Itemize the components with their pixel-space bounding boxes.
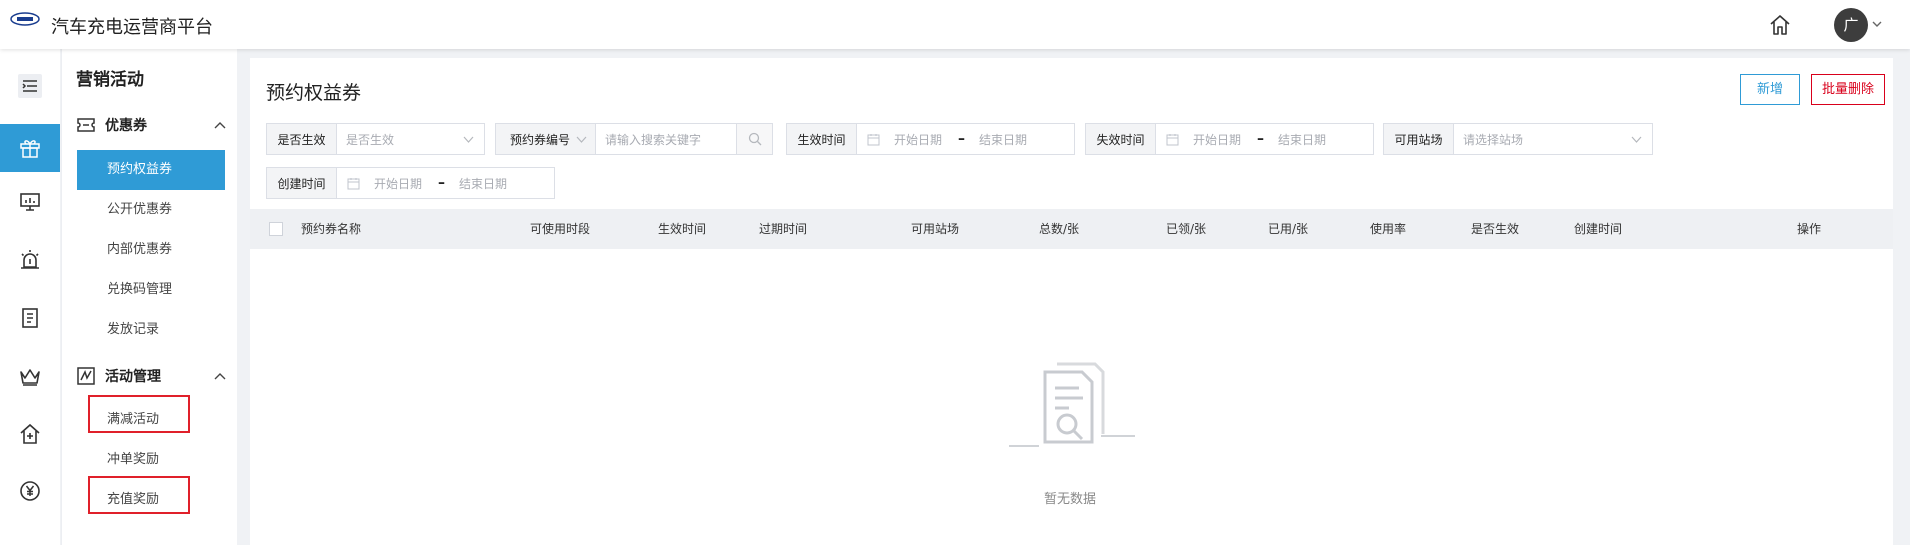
chevron-up-icon — [214, 122, 226, 129]
start-date-placeholder: 开始日期 — [894, 132, 943, 147]
expire-time-range[interactable]: 开始日期 – 结束日期 — [1156, 124, 1373, 154]
menu-toggle-icon — [18, 74, 42, 98]
select-placeholder: 请选择站场 — [1463, 132, 1524, 147]
sub-navigation: 营销活动 优惠券 预约权益券 公开优惠券 内部优惠券 兑换码管理 发放记录 活动… — [61, 49, 237, 545]
empty-data-icon — [1009, 362, 1135, 447]
chevron-down-icon — [576, 136, 587, 143]
code-search-input[interactable]: 请输入搜索关键字 — [596, 124, 736, 154]
effective-select[interactable]: 是否生效 — [337, 124, 484, 154]
user-avatar[interactable]: 广 — [1834, 8, 1868, 42]
column-header: 总数/张 — [1039, 222, 1080, 236]
column-header: 过期时间 — [759, 222, 808, 236]
calendar-icon — [347, 177, 360, 189]
app-title: 汽车充电运营商平台 — [51, 17, 213, 38]
column-header: 预约券名称 — [301, 222, 362, 236]
select-placeholder: 是否生效 — [346, 132, 395, 147]
effective-time-range[interactable]: 开始日期 – 结束日期 — [857, 124, 1074, 154]
top-bar: 汽车充电运营商平台 广 — [0, 0, 1910, 49]
column-header: 操作 — [1797, 222, 1822, 236]
filter-label: 创建时间 — [267, 168, 337, 198]
rail-item-menu-toggle[interactable] — [0, 64, 60, 108]
select-all-checkbox[interactable] — [269, 222, 283, 236]
nav-item-discount-activity[interactable]: 满减活动 — [77, 400, 225, 440]
start-date-placeholder: 开始日期 — [1193, 132, 1242, 147]
nav-item-internal-coupon[interactable]: 内部优惠券 — [77, 230, 225, 270]
end-date-placeholder: 结束日期 — [979, 132, 1028, 147]
filter-label: 生效时间 — [787, 124, 857, 154]
column-header: 使用率 — [1370, 222, 1407, 236]
nav-item-redeem-code[interactable]: 兑换码管理 — [77, 270, 225, 310]
crown-icon — [20, 369, 40, 386]
company-logo-icon — [10, 12, 40, 26]
gift-icon — [20, 140, 40, 158]
yen-icon — [20, 481, 40, 501]
house-plus-icon — [20, 423, 40, 444]
search-button[interactable] — [736, 124, 772, 154]
rail-item-stations[interactable] — [0, 412, 60, 456]
new-button[interactable]: 新增 — [1740, 74, 1800, 105]
nav-group-coupons[interactable]: 优惠券 — [76, 113, 226, 137]
table-header: 预约券名称 可使用时段 生效时间 过期时间 可用站场 总数/张 已领/张 已用/… — [250, 209, 1893, 249]
chevron-down-icon[interactable] — [1872, 20, 1882, 28]
start-date-placeholder: 开始日期 — [374, 176, 423, 191]
range-separator: – — [1257, 131, 1265, 147]
document-icon — [22, 308, 38, 328]
nav-item-issue-record[interactable]: 发放记录 — [77, 310, 225, 350]
column-header: 创建时间 — [1574, 222, 1623, 236]
subnav-title: 营销活动 — [76, 70, 144, 90]
home-icon[interactable] — [1768, 13, 1792, 37]
search-icon — [748, 132, 761, 146]
filter-code: 预约券编号 请输入搜索关键字 — [495, 123, 773, 155]
filter-effective-time: 生效时间 开始日期 – 结束日期 — [786, 123, 1075, 155]
range-separator: – — [438, 175, 446, 191]
page-title: 预约权益券 — [266, 82, 362, 104]
end-date-placeholder: 结束日期 — [459, 176, 508, 191]
created-time-range[interactable]: 开始日期 – 结束日期 — [337, 168, 554, 198]
rail-item-members[interactable] — [0, 354, 60, 398]
end-date-placeholder: 结束日期 — [1278, 132, 1327, 147]
chevron-down-icon — [1631, 136, 1642, 143]
filter-label: 可用站场 — [1384, 124, 1454, 154]
nav-group-activities[interactable]: 活动管理 — [76, 364, 226, 388]
filter-created-time: 创建时间 开始日期 – 结束日期 — [266, 167, 555, 199]
batch-delete-button[interactable]: 批量删除 — [1811, 74, 1885, 105]
nav-group-label: 活动管理 — [105, 369, 161, 385]
activity-icon — [77, 367, 95, 385]
calendar-icon — [867, 133, 880, 145]
rail-item-orders[interactable] — [0, 296, 60, 340]
empty-state-text: 暂无数据 — [1043, 492, 1096, 507]
filter-station: 可用站场 请选择站场 — [1383, 123, 1653, 155]
station-select[interactable]: 请选择站场 — [1454, 124, 1652, 154]
rail-item-monitor[interactable] — [0, 180, 60, 224]
nav-group-label: 优惠券 — [105, 118, 147, 134]
chevron-up-icon — [214, 373, 226, 380]
nav-item-order-reward[interactable]: 冲单奖励 — [77, 440, 225, 480]
column-header: 可用站场 — [911, 222, 960, 236]
main-content: 预约权益券 新增 批量删除 是否生效 是否生效 预约券编号 请输入搜索关键字 生… — [250, 58, 1893, 545]
rail-item-marketing[interactable] — [0, 124, 60, 172]
alarm-icon — [21, 250, 39, 269]
nav-item-public-coupon[interactable]: 公开优惠券 — [77, 190, 225, 230]
code-field-select[interactable]: 预约券编号 — [496, 124, 596, 154]
range-separator: – — [958, 131, 966, 147]
nav-item-recharge-reward[interactable]: 充值奖励 — [77, 480, 225, 520]
coupon-icon — [77, 118, 95, 132]
rail-item-alarm[interactable] — [0, 237, 60, 281]
filter-label: 是否生效 — [267, 124, 337, 154]
chevron-down-icon — [463, 136, 474, 143]
column-header: 生效时间 — [658, 222, 707, 236]
column-header: 已用/张 — [1268, 222, 1309, 236]
nav-item-reservation-coupon[interactable]: 预约权益券 — [77, 150, 225, 190]
calendar-icon — [1166, 133, 1179, 145]
filter-label: 预约券编号 — [509, 132, 570, 147]
filter-label: 失效时间 — [1086, 124, 1156, 154]
column-header: 已领/张 — [1166, 222, 1207, 236]
column-header: 可使用时段 — [530, 222, 591, 236]
icon-rail — [0, 49, 60, 545]
filter-effective: 是否生效 是否生效 — [266, 123, 485, 155]
monitor-icon — [20, 193, 40, 211]
rail-item-finance[interactable] — [0, 469, 60, 513]
filter-expire-time: 失效时间 开始日期 – 结束日期 — [1085, 123, 1374, 155]
column-header: 是否生效 — [1471, 222, 1520, 236]
